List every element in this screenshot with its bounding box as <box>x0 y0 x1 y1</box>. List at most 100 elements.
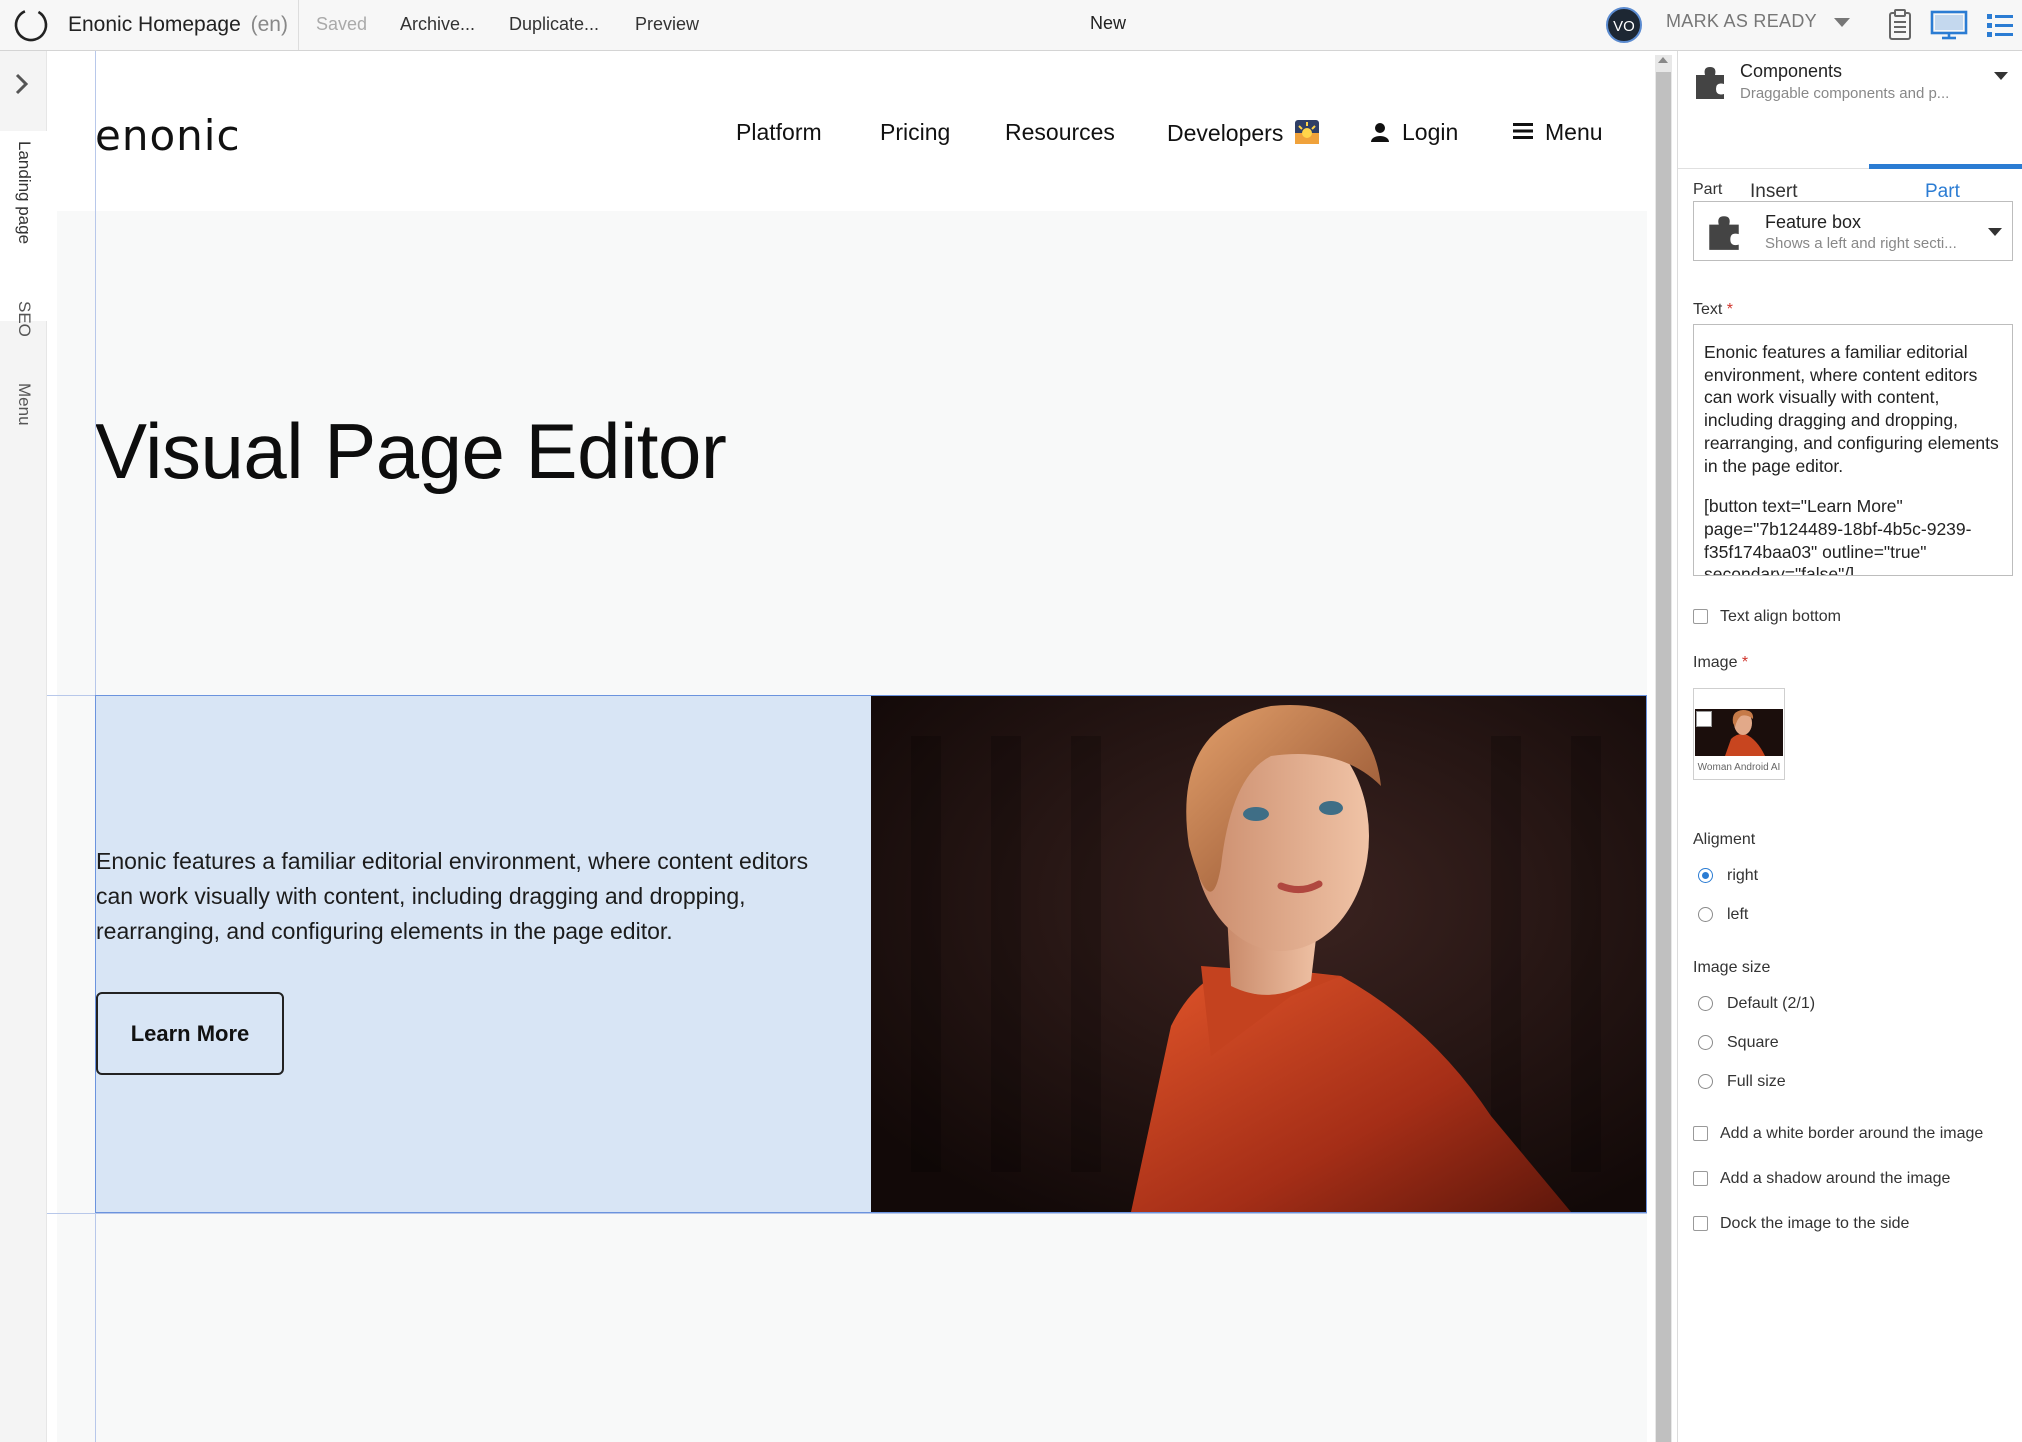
hamburger-icon <box>1513 123 1533 139</box>
image-size-default-label: Default (2/1) <box>1727 995 1816 1012</box>
nav-platform[interactable]: Platform <box>736 119 822 146</box>
active-tab-indicator <box>1869 164 2022 169</box>
tab-insert[interactable]: Insert <box>1750 181 1798 203</box>
image-size-default-radio[interactable] <box>1698 996 1713 1012</box>
hero-title[interactable]: Visual Page Editor <box>95 406 727 497</box>
image-select-checkbox[interactable] <box>1696 711 1712 727</box>
part-selector-title: Feature box <box>1765 212 1862 232</box>
archive-button[interactable]: Archive... <box>400 12 475 36</box>
layout-guide <box>47 1213 1647 1214</box>
image-field-label-text: Image <box>1693 654 1738 671</box>
chevron-right-icon[interactable] <box>10 69 34 99</box>
part-selector[interactable]: Feature box Shows a left and right secti… <box>1693 201 2013 261</box>
chevron-down-icon[interactable] <box>1988 228 2002 236</box>
alignment-label: Aligment <box>1693 831 1756 848</box>
image-size-option-default[interactable]: Default (2/1) <box>1698 995 1815 1013</box>
preview-button[interactable]: Preview <box>635 12 699 36</box>
image-size-option-full[interactable]: Full size <box>1698 1073 1786 1091</box>
tab-menu[interactable]: Menu <box>14 383 34 426</box>
text-field[interactable]: Enonic features a familiar editorial env… <box>1693 324 2013 576</box>
feature-text-section: Enonic features a familiar editorial env… <box>96 696 871 1212</box>
panel-subtitle: Draggable components and p... <box>1740 85 1950 102</box>
nav-developers-label: Developers <box>1167 120 1284 146</box>
canvas-scrollbar-thumb[interactable] <box>1656 72 1671 1442</box>
chevron-down-icon[interactable] <box>1994 72 2008 80</box>
sunrise-icon <box>1294 120 1319 144</box>
alignment-right-label: right <box>1727 867 1759 884</box>
alignment-option-right[interactable]: right <box>1698 867 1758 885</box>
duplicate-button[interactable]: Duplicate... <box>509 12 599 36</box>
white-border-option[interactable]: Add a white border around the image <box>1693 1125 1983 1143</box>
image-size-square-radio[interactable] <box>1698 1035 1713 1051</box>
content-title: Enonic Homepage (en) <box>68 11 288 39</box>
text-field-shortcode: [button text="Learn More" page="7b124489… <box>1704 496 1972 576</box>
feature-box-part[interactable]: Enonic features a familiar editorial env… <box>95 695 1647 1213</box>
chevron-down-icon[interactable] <box>1834 18 1850 27</box>
image-size-square-label: Square <box>1727 1034 1779 1051</box>
nav-developers[interactable]: Developers <box>1167 119 1320 147</box>
image-field-label: Image * <box>1693 654 1748 672</box>
required-marker: * <box>1741 654 1749 671</box>
text-field-paragraph: Enonic features a familiar editorial env… <box>1704 342 1999 476</box>
image-caption: Woman Android AI <box>1697 762 1781 773</box>
content-name: Enonic Homepage <box>68 13 241 36</box>
monitor-icon[interactable] <box>1930 8 1968 42</box>
learn-more-button[interactable]: Learn More <box>96 992 284 1075</box>
dock-image-label: Dock the image to the side <box>1720 1215 1910 1232</box>
woman-portrait-image <box>871 696 1646 1212</box>
panel-title: Components <box>1740 61 1843 81</box>
text-align-bottom-label: Text align bottom <box>1720 608 1841 625</box>
nav-menu[interactable]: Menu <box>1513 119 1603 146</box>
part-selector-subtitle: Shows a left and right secti... <box>1765 235 1957 252</box>
text-field-label: Text * <box>1693 301 1733 319</box>
nav-resources[interactable]: Resources <box>1005 119 1115 146</box>
toolbar-divider <box>298 0 299 50</box>
image-size-full-radio[interactable] <box>1698 1074 1713 1090</box>
feature-text[interactable]: Enonic features a familiar editorial env… <box>96 844 836 949</box>
shadow-label: Add a shadow around the image <box>1720 1170 1951 1187</box>
list-icon[interactable] <box>1984 8 2016 42</box>
shadow-option[interactable]: Add a shadow around the image <box>1693 1170 1950 1188</box>
required-marker: * <box>1726 301 1734 318</box>
user-avatar[interactable]: VO <box>1606 7 1642 43</box>
shadow-checkbox[interactable] <box>1693 1171 1708 1187</box>
puzzle-icon <box>1696 67 1724 99</box>
left-context-rail: Landing page SEO Menu <box>0 51 47 1442</box>
alignment-left-radio[interactable] <box>1698 907 1713 923</box>
site-logo[interactable]: enonic <box>95 111 241 160</box>
scroll-up-arrow-icon[interactable] <box>1658 57 1668 63</box>
mark-as-ready-button[interactable]: MARK AS READY <box>1666 11 1817 32</box>
puzzle-icon <box>1709 216 1739 250</box>
dock-image-option[interactable]: Dock the image to the side <box>1693 1215 1909 1233</box>
part-field-label: Part <box>1693 181 1723 198</box>
nav-login-label: Login <box>1402 119 1459 145</box>
tab-landing-page[interactable]: Landing page <box>14 141 34 244</box>
site-header: enonic Platform Pricing Resources Develo… <box>47 51 1647 211</box>
white-border-checkbox[interactable] <box>1693 1126 1708 1142</box>
tab-seo[interactable]: SEO <box>14 301 34 337</box>
page-editor-canvas: enonic Platform Pricing Resources Develo… <box>47 51 1647 1442</box>
inspector-panel: Components Draggable components and p...… <box>1677 51 2022 1442</box>
alignment-left-label: left <box>1727 906 1749 923</box>
content-status: New <box>1090 13 1127 33</box>
nav-pricing[interactable]: Pricing <box>880 119 950 146</box>
text-field-label-text: Text <box>1693 301 1723 318</box>
saved-button: Saved <box>316 14 368 34</box>
white-border-label: Add a white border around the image <box>1720 1125 1984 1142</box>
clipboard-icon[interactable] <box>1884 8 1916 42</box>
alignment-right-radio[interactable] <box>1698 868 1713 884</box>
enonic-logo-icon[interactable] <box>12 6 50 44</box>
image-size-option-square[interactable]: Square <box>1698 1034 1779 1052</box>
text-align-bottom-option[interactable]: Text align bottom <box>1693 608 1841 626</box>
tab-part[interactable]: Part <box>1925 181 1960 203</box>
dock-image-checkbox[interactable] <box>1693 1216 1708 1232</box>
text-align-bottom-checkbox[interactable] <box>1693 609 1708 625</box>
top-toolbar: Enonic Homepage (en) Saved Archive... Du… <box>0 0 2022 51</box>
image-thumbnail[interactable]: Woman Android AI <box>1693 688 1785 780</box>
feature-image[interactable] <box>871 696 1646 1212</box>
image-size-full-label: Full size <box>1727 1073 1786 1090</box>
nav-login[interactable]: Login <box>1370 119 1458 146</box>
image-size-label: Image size <box>1693 959 1771 976</box>
alignment-option-left[interactable]: left <box>1698 906 1748 924</box>
user-icon <box>1371 123 1389 142</box>
